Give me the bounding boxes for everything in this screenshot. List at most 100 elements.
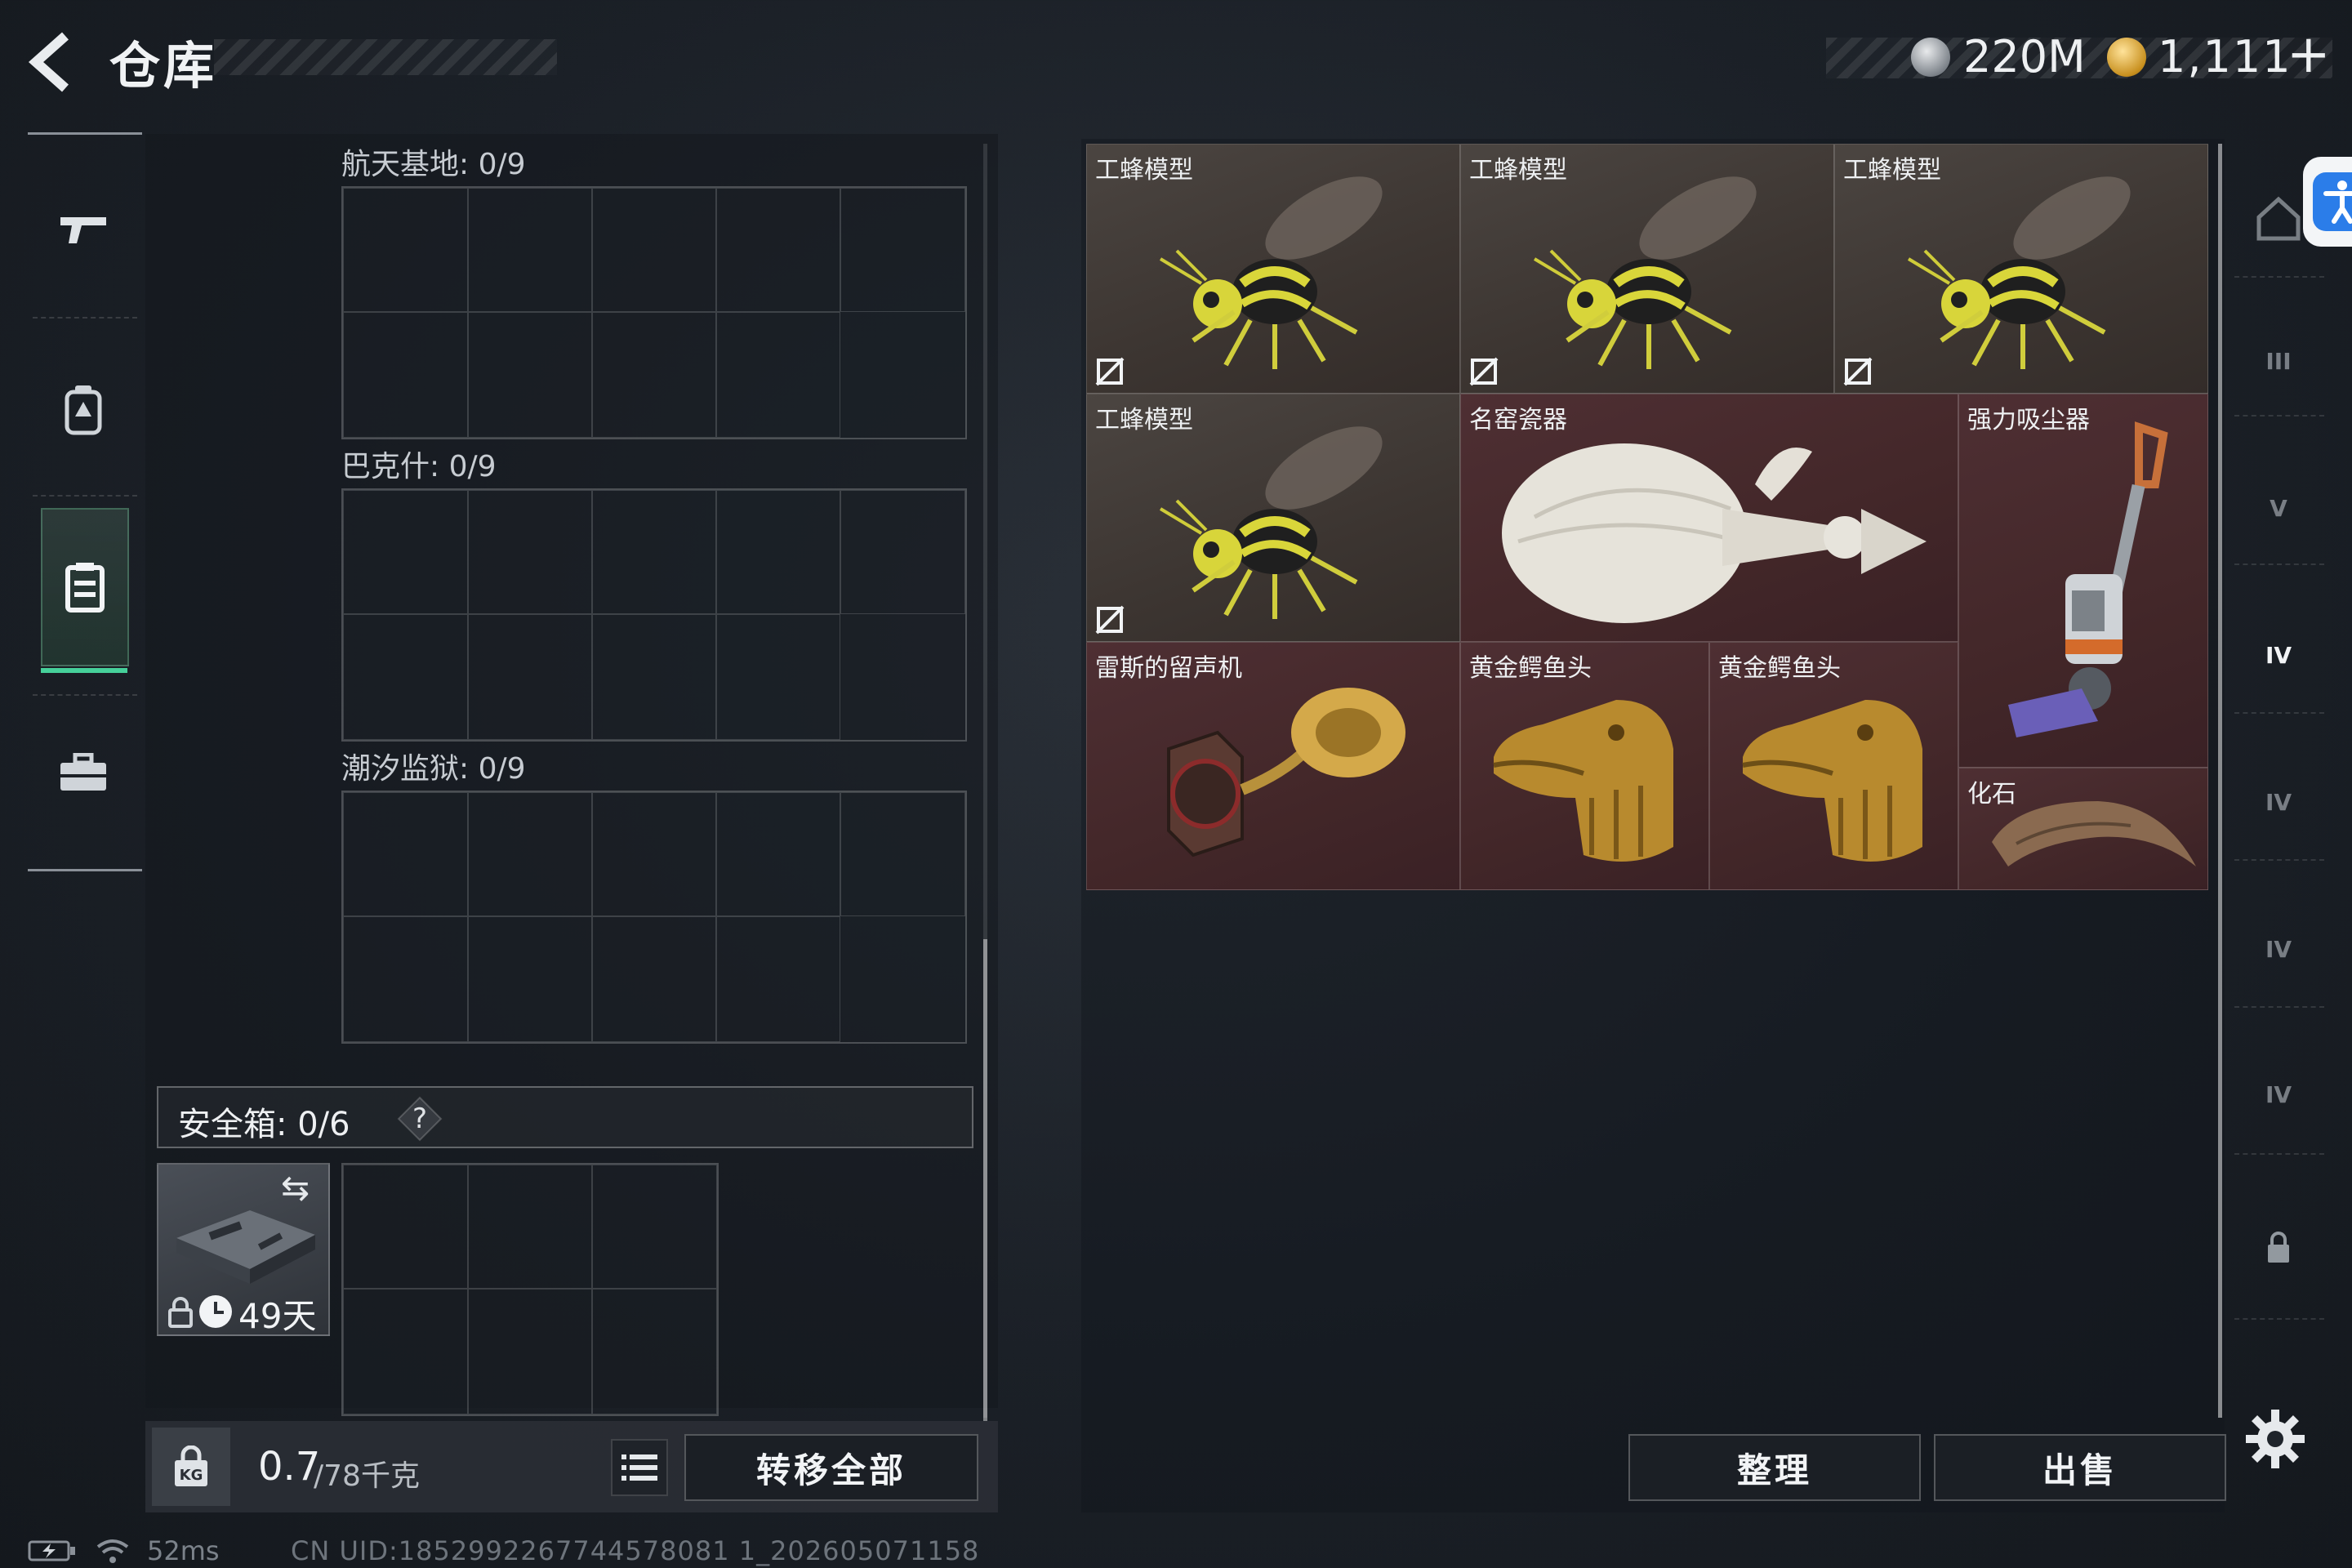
item-rees-phonograph[interactable]: 雷斯的留声机 — [1086, 642, 1460, 890]
svg-text:KG: KG — [180, 1467, 203, 1484]
grid-cell[interactable] — [468, 792, 592, 916]
safe-box-label: 安全箱: 0/6 — [178, 1106, 350, 1143]
stash-items-grid: 工蜂模型 工蜂模型 工蜂模型 工蜂模型 名窑瓷器 强力吸尘器 雷斯的留声机 黄金… — [1086, 144, 2208, 890]
grid-cell[interactable] — [716, 792, 840, 916]
item-worker-bee-model[interactable]: 工蜂模型 — [1086, 144, 1460, 394]
rail-separator — [2234, 1153, 2324, 1155]
vacuum-cleaner-icon — [2008, 421, 2168, 737]
back-arrow-icon[interactable] — [23, 29, 88, 95]
golden-crocodile-head-icon — [1493, 700, 1673, 862]
container-grid-tidal-prison[interactable] — [341, 791, 967, 1044]
rail-bottom-divider — [28, 869, 142, 871]
golden-crocodile-head-icon — [1742, 700, 1922, 862]
grid-cell[interactable] — [840, 188, 965, 312]
grid-cell[interactable] — [592, 1165, 717, 1289]
container-label-tidal-prison: 潮汐监狱: 0/9 — [341, 752, 526, 786]
grid-cell[interactable] — [343, 1165, 468, 1289]
container-grid-bakhsh[interactable] — [341, 488, 967, 742]
grid-cell[interactable] — [592, 312, 716, 438]
grid-cell[interactable] — [343, 188, 468, 312]
add-currency-button[interactable]: + — [2287, 24, 2331, 85]
item-worker-bee-model[interactable]: 工蜂模型 — [1086, 394, 1460, 642]
grid-cell[interactable] — [716, 188, 840, 312]
toolbox-icon — [60, 753, 106, 791]
sort-button[interactable]: 整理 — [1628, 1434, 1921, 1501]
safe-box-grid[interactable] — [341, 1163, 719, 1416]
item-fossil[interactable]: 化石 — [1958, 768, 2208, 890]
grid-cell[interactable] — [592, 188, 716, 312]
rail-active-indicator — [41, 668, 127, 673]
item-worker-bee-model[interactable]: 工蜂模型 — [1834, 144, 2208, 394]
no-trade-icon — [1843, 357, 1873, 386]
swap-arrows-icon[interactable]: ⇆ — [281, 1168, 310, 1208]
containers-scrollbar-thumb[interactable] — [983, 939, 987, 1421]
network-ping: 52ms — [147, 1535, 220, 1566]
silver-currency-value: 220M — [1963, 31, 2086, 82]
bee-model-icon — [1533, 176, 1757, 369]
grid-cell[interactable] — [592, 614, 716, 740]
container-grid-aerospace[interactable] — [341, 186, 967, 439]
stash-page-tier-iv[interactable]: IV — [2238, 761, 2319, 843]
stash-scrollbar[interactable] — [2218, 144, 2222, 1418]
transfer-all-button[interactable]: 转移全部 — [684, 1434, 978, 1501]
accessibility-button[interactable] — [2303, 157, 2352, 247]
page-title: 仓库 — [109, 36, 218, 96]
grid-cell[interactable] — [343, 916, 468, 1042]
item-name: 雷斯的留声机 — [1095, 654, 1242, 683]
stash-page-tier-iv[interactable]: IV — [2238, 1054, 2319, 1135]
rail-separator — [2234, 1318, 2324, 1320]
safe-box-help-button[interactable]: ? — [403, 1102, 436, 1135]
grid-cell[interactable] — [716, 916, 840, 1042]
rail-backpack-tab[interactable] — [41, 368, 126, 452]
weight-lock-button[interactable]: KG — [152, 1428, 230, 1506]
grid-cell[interactable] — [716, 490, 840, 614]
tier-iv-active-icon: IV — [2265, 641, 2292, 669]
stash-page-locked[interactable] — [2238, 1207, 2319, 1289]
stash-page-tier-iv[interactable]: IV — [2238, 908, 2319, 990]
grid-cell[interactable] — [468, 188, 592, 312]
item-powerful-vacuum[interactable]: 强力吸尘器 — [1958, 394, 2208, 768]
rail-weapons-tab[interactable] — [41, 188, 126, 273]
stash-page-tier-iv-active[interactable]: IV — [2238, 614, 2319, 696]
grid-cell[interactable] — [716, 614, 840, 740]
tier-iv-icon: IV — [2265, 1080, 2292, 1108]
grid-cell[interactable] — [468, 1165, 592, 1289]
grid-cell[interactable] — [343, 490, 468, 614]
grid-cell[interactable] — [716, 312, 840, 438]
gear-icon[interactable] — [2244, 1408, 2306, 1470]
grid-cell[interactable] — [343, 792, 468, 916]
grid-cell[interactable] — [592, 1289, 717, 1414]
grid-cell[interactable] — [343, 614, 468, 740]
grid-cell[interactable] — [840, 792, 965, 916]
container-label-aerospace: 航天基地: 0/9 — [341, 148, 526, 181]
grid-cell[interactable] — [840, 490, 965, 614]
lock-icon — [2268, 1232, 2289, 1263]
grid-cell[interactable] — [592, 792, 716, 916]
grid-cell[interactable] — [468, 614, 592, 740]
grid-cell[interactable] — [592, 490, 716, 614]
item-golden-crocodile-head[interactable]: 黄金鳄鱼头 — [1460, 642, 1709, 890]
grid-cell[interactable] — [592, 916, 716, 1042]
rail-separator — [33, 495, 137, 497]
item-golden-crocodile-head[interactable]: 黄金鳄鱼头 — [1709, 642, 1958, 890]
accessibility-icon — [2313, 172, 2352, 231]
item-famous-kiln-porcelain[interactable]: 名窑瓷器 — [1460, 394, 1958, 642]
grid-cell[interactable] — [468, 1289, 592, 1414]
sell-button[interactable]: 出售 — [1934, 1434, 2226, 1501]
rail-storage-tab[interactable] — [41, 508, 129, 666]
user-uid: CN UID:1852992267744578081 1_20260507115… — [291, 1535, 980, 1566]
stash-page-tier-iii[interactable]: III — [2238, 320, 2319, 402]
rail-toolbox-tab[interactable] — [41, 730, 126, 815]
grid-cell[interactable] — [468, 312, 592, 438]
list-icon — [621, 1454, 657, 1481]
rail-separator — [2234, 276, 2324, 278]
grid-cell[interactable] — [343, 1289, 468, 1414]
stash-page-tier-v[interactable]: V — [2238, 467, 2319, 549]
no-trade-icon — [1095, 357, 1125, 386]
grid-cell[interactable] — [468, 490, 592, 614]
list-view-button[interactable] — [611, 1439, 668, 1496]
item-worker-bee-model[interactable]: 工蜂模型 — [1460, 144, 1834, 394]
grid-cell[interactable] — [343, 312, 468, 438]
grid-cell[interactable] — [468, 916, 592, 1042]
clock-icon — [199, 1295, 232, 1328]
